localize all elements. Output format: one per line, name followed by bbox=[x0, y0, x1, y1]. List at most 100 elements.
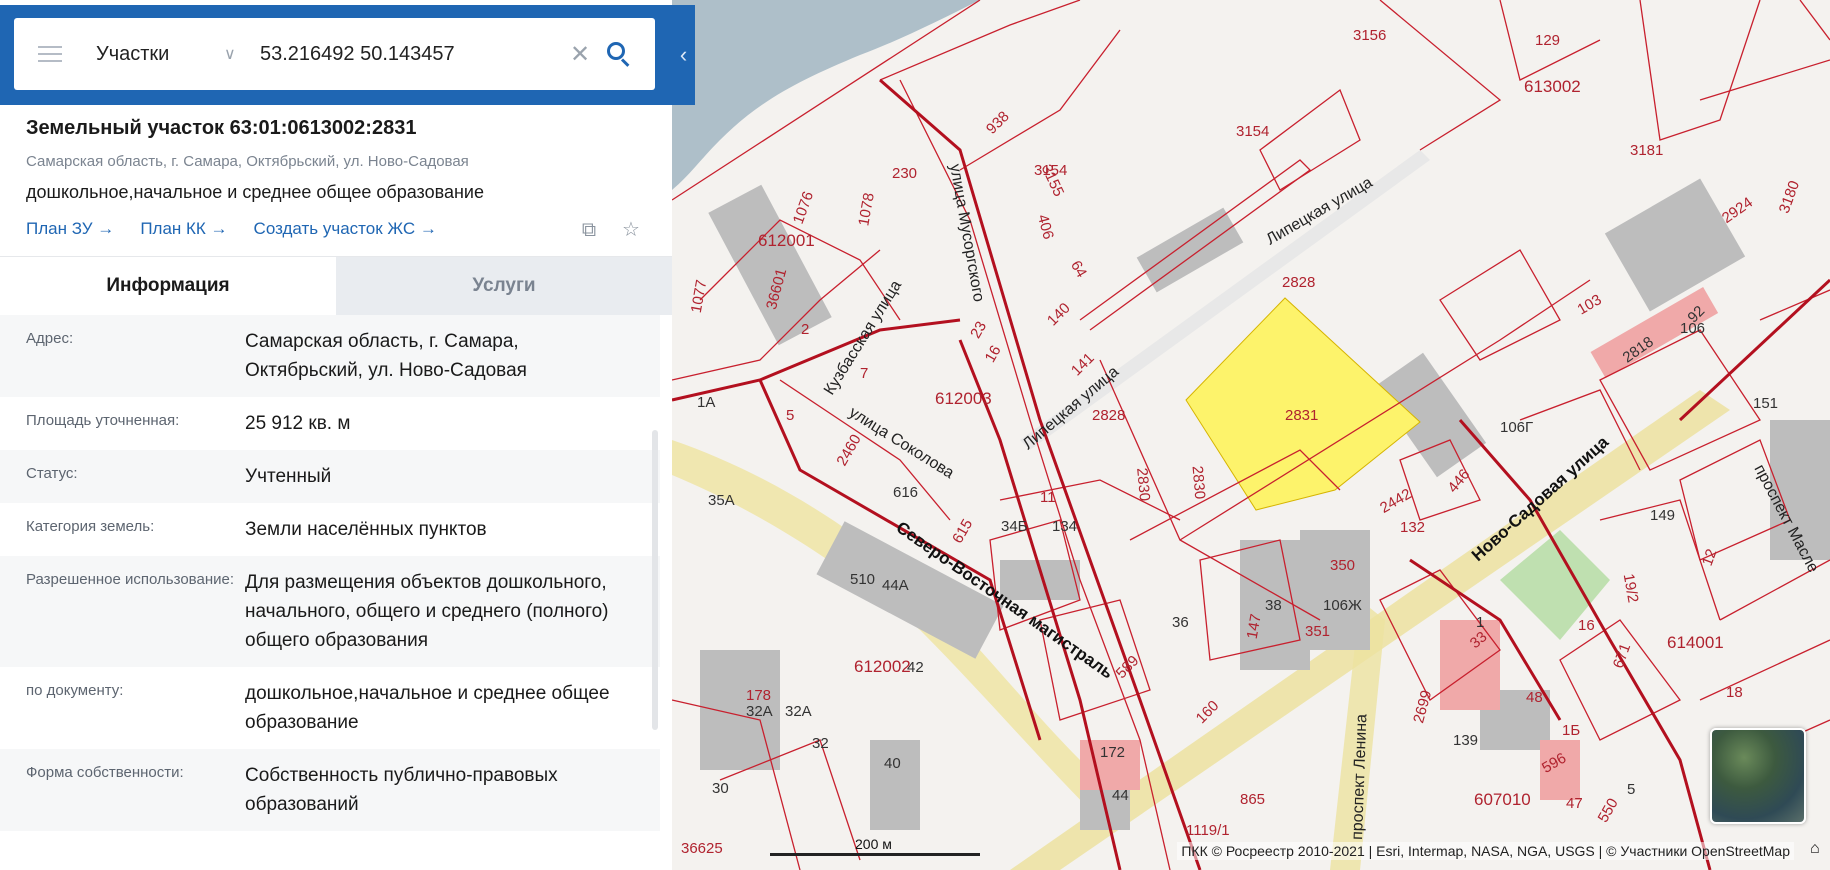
parcel-address-short: Самарская область, г. Самара, Октябрьски… bbox=[26, 153, 469, 170]
quarter-label-612003: 612003 bbox=[935, 389, 992, 408]
parcel-label: 1Б bbox=[1562, 722, 1580, 739]
info-key: Форма собственности: bbox=[26, 764, 184, 781]
info-key: Адрес: bbox=[26, 330, 74, 347]
scrollbar[interactable] bbox=[652, 430, 658, 730]
parcel-label: 351 bbox=[1305, 623, 1330, 640]
scale-label: 200 м bbox=[855, 836, 892, 852]
info-row-area: Площадь уточненная: 25 912 кв. м bbox=[0, 397, 660, 450]
parcel-label: 938 bbox=[983, 108, 1013, 138]
parcel-label: 106Ж bbox=[1323, 597, 1362, 614]
info-value: Собственность публично-правовых образова… bbox=[245, 765, 558, 815]
parcel-label: 2830 bbox=[1133, 467, 1153, 502]
info-row-status: Статус: Учтенный bbox=[0, 450, 660, 503]
parcel-label: 3180 bbox=[1776, 178, 1803, 215]
collapse-panel-icon[interactable]: ‹ bbox=[672, 5, 695, 105]
zoom-to-object-icon[interactable]: ⧉ bbox=[577, 218, 601, 242]
parcel-label: 16 bbox=[982, 343, 1005, 366]
selected-parcel-label: 2831 bbox=[1285, 407, 1318, 424]
parcel-label: 34Б bbox=[1001, 518, 1028, 535]
quarter-label-607010: 607010 bbox=[1474, 790, 1531, 809]
parcel-label: 1 bbox=[1476, 614, 1484, 631]
star-icon[interactable]: ☆ bbox=[619, 218, 643, 242]
tab-services[interactable]: Услуги bbox=[336, 257, 672, 315]
parcel-label: 23 bbox=[967, 318, 990, 341]
info-value: Учтенный bbox=[245, 466, 332, 487]
parcel-label: 11 bbox=[1040, 489, 1056, 506]
parcel-title: Земельный участок 63:01:0613002:2831 bbox=[26, 117, 417, 139]
clear-icon[interactable]: ✕ bbox=[570, 40, 592, 69]
parcel-label: 44 bbox=[1112, 787, 1129, 804]
parcel-label: 18 bbox=[1726, 684, 1743, 701]
chevron-down-icon[interactable]: ∨ bbox=[224, 44, 242, 64]
info-row-permitted-use: Разрешенное использование: Для размещени… bbox=[0, 556, 660, 667]
info-key: Разрешенное использование: bbox=[26, 571, 234, 588]
parcel-label: 30 bbox=[712, 780, 729, 797]
home-icon[interactable]: ⌂ bbox=[1810, 840, 1828, 858]
parcel-label: 350 bbox=[1330, 557, 1355, 574]
info-key: Категория земель: bbox=[26, 518, 155, 535]
info-key: Площадь уточненная: bbox=[26, 412, 180, 429]
parcel-label: 1119/1 bbox=[1186, 822, 1230, 839]
basemap-switch-thumbnail[interactable] bbox=[1710, 728, 1806, 824]
river-area bbox=[672, 0, 980, 190]
parcel-label: 149 bbox=[1650, 507, 1675, 524]
search-band: Участки ∨ 53.216492 50.143457 ✕ ‹ bbox=[0, 5, 695, 105]
parcel-label: 7 bbox=[860, 365, 868, 382]
info-row-category: Категория земель: Земли населённых пункт… bbox=[0, 503, 660, 556]
selected-parcel-2831 bbox=[1185, 297, 1421, 511]
parcel-label: 139 bbox=[1453, 732, 1478, 749]
search-icon[interactable] bbox=[604, 39, 634, 69]
parcel-label: 2460 bbox=[833, 432, 864, 469]
info-value: дошкольное,начальное и среднее общее обр… bbox=[245, 683, 610, 733]
parcel-links: План ЗУ → План КК → Создать участок ЖС → bbox=[26, 219, 437, 239]
layer-select[interactable]: Участки bbox=[96, 43, 216, 66]
plan-kk-link[interactable]: План КК → bbox=[140, 219, 227, 239]
parcel-label: 5 bbox=[786, 407, 794, 424]
parcel-label: 2924 bbox=[1719, 194, 1756, 227]
menu-icon[interactable] bbox=[38, 46, 62, 62]
parcel-label: 172 bbox=[1100, 744, 1125, 761]
parcel-label: 19/2 bbox=[1620, 572, 1642, 604]
street-label-lenina: проспект Ленина bbox=[1349, 714, 1370, 841]
parcel-label: 160 bbox=[1193, 697, 1223, 727]
create-parcel-link[interactable]: Создать участок ЖС → bbox=[254, 219, 437, 239]
parcel-label: 140 bbox=[1044, 300, 1074, 330]
parcel-label: 1076 bbox=[790, 189, 817, 226]
parcel-label: 132 bbox=[1400, 519, 1425, 536]
tabs: Информация Услуги bbox=[0, 257, 672, 315]
quarter-label-614001: 614001 bbox=[1667, 633, 1724, 652]
parcel-label: 2 bbox=[801, 321, 809, 338]
parcel-label: 134 bbox=[1052, 518, 1077, 535]
parcel-label: 141 bbox=[1068, 350, 1098, 380]
parcel-label: 510 bbox=[850, 571, 875, 588]
search-input[interactable]: 53.216492 50.143457 bbox=[260, 43, 560, 66]
parcel-label: 230 bbox=[892, 165, 917, 182]
scale-bar bbox=[770, 853, 980, 856]
parcel-label: 1А bbox=[697, 394, 715, 411]
parcel-label: 129 bbox=[1535, 32, 1560, 49]
info-value: Земли населённых пунктов bbox=[245, 519, 487, 540]
map-attribution: ПКК © Росреестр 2010-2021 | Esri, Interm… bbox=[1177, 842, 1794, 860]
info-table: Адрес: Самарская область, г. Самара, Окт… bbox=[0, 315, 660, 870]
parcel-label: 865 bbox=[1240, 791, 1265, 808]
parcel-label: 616 bbox=[893, 484, 918, 501]
parcel-label: 47 bbox=[1566, 795, 1583, 812]
tab-info[interactable]: Информация bbox=[0, 257, 336, 315]
parcel-label: 2828 bbox=[1092, 407, 1125, 424]
parcel-label: 38 bbox=[1265, 597, 1282, 614]
parcel-label: 151 bbox=[1753, 395, 1778, 412]
parcel-label: 615 bbox=[949, 516, 976, 546]
parcel-label: 2828 bbox=[1282, 274, 1315, 291]
parcel-label: 178 bbox=[746, 687, 771, 704]
parcel-label: 550 bbox=[1595, 795, 1622, 825]
quarter-label-612002: 612002 bbox=[854, 657, 911, 676]
parcel-purpose-short: дошкольное,начальное и среднее общее обр… bbox=[26, 182, 484, 202]
parcel-label: 36625 bbox=[681, 840, 723, 857]
info-value: Самарская область, г. Самара, Октябрьски… bbox=[245, 331, 527, 381]
parcel-label: 42 bbox=[907, 659, 924, 676]
plan-zu-link[interactable]: План ЗУ → bbox=[26, 219, 114, 239]
parcel-label: 16 bbox=[1578, 617, 1595, 634]
parcel-label: 103 bbox=[1574, 291, 1604, 318]
parcel-label: 32 bbox=[812, 735, 829, 752]
parcel-label: 32А bbox=[785, 703, 812, 720]
